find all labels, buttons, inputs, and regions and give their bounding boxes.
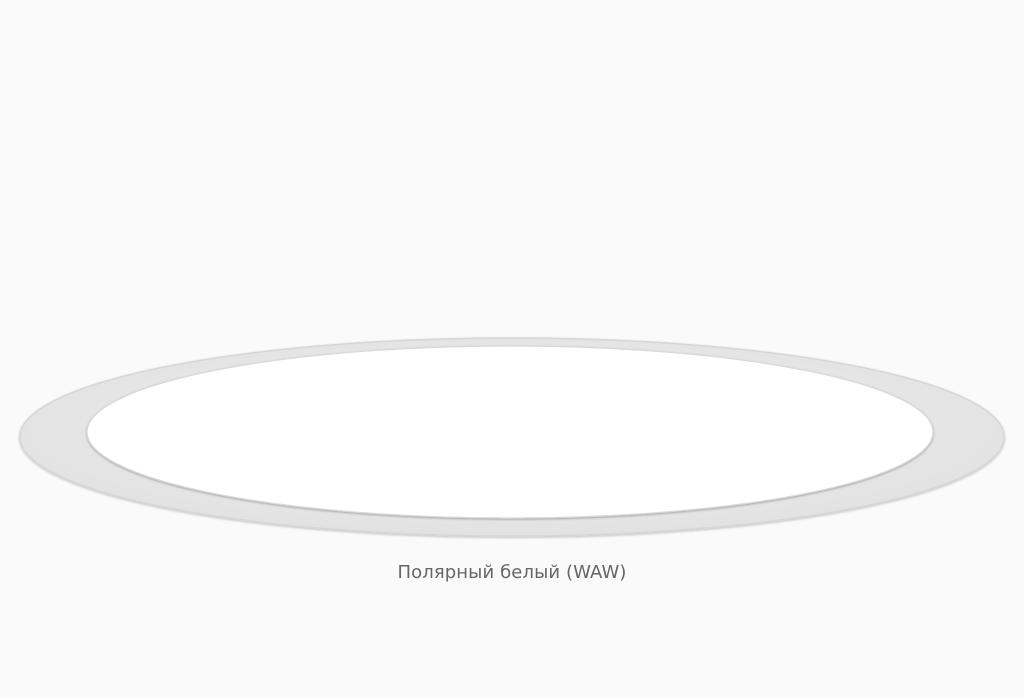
swatch-color-name: Полярный белый (WAW) — [397, 562, 627, 583]
color-swatch-area: Полярный белый (WAW) — [0, 0, 1024, 698]
swatch-face — [86, 345, 934, 519]
color-swatch[interactable] — [0, 0, 1024, 698]
